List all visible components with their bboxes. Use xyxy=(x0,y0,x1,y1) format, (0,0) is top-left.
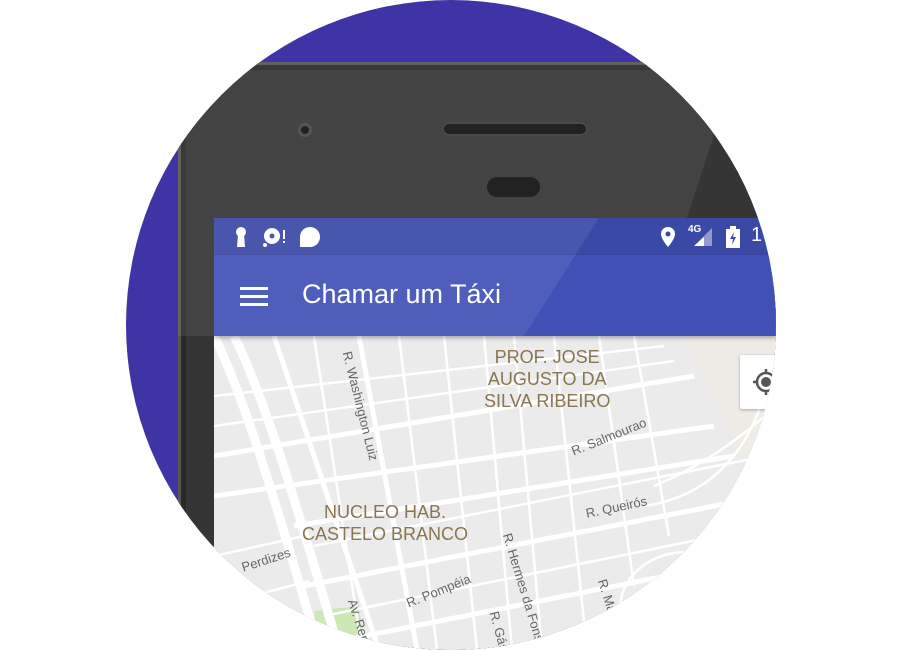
chat-bubble-icon xyxy=(300,227,320,247)
my-location-button[interactable] xyxy=(740,355,776,409)
signal-4g-icon: 4G xyxy=(686,224,716,248)
media-alert-icon xyxy=(263,228,285,247)
page-title: Chamar um Táxi xyxy=(302,279,502,309)
earpiece-speaker xyxy=(442,122,588,136)
app-bar: Chamar um Táxi xyxy=(214,255,776,336)
battery-charging-icon xyxy=(726,226,740,248)
location-pin-icon xyxy=(661,227,675,247)
my-location-icon xyxy=(753,369,776,395)
area-label: PROF. JOSE AUGUSTO DA SILVA RIBEIRO xyxy=(484,347,611,411)
clock: 1 xyxy=(751,224,763,246)
stage: 4G 1 Chamar um Táxi PROF. JOSE AUGUSTO D… xyxy=(0,0,900,650)
hamburger-menu-icon[interactable] xyxy=(240,287,268,307)
status-bar: 4G 1 xyxy=(214,218,776,255)
map-view[interactable]: PROF. JOSE AUGUSTO DA SILVA RIBEIRO NUCL… xyxy=(214,336,776,650)
area-label: NUCLEO HAB. CASTELO BRANCO xyxy=(302,502,469,544)
keyhole-icon xyxy=(236,227,246,247)
front-camera xyxy=(293,118,317,142)
phone-screen: 4G 1 Chamar um Táxi PROF. JOSE AUGUSTO D… xyxy=(214,218,776,650)
proximity-sensor xyxy=(487,177,540,197)
brand-circle: 4G 1 Chamar um Táxi PROF. JOSE AUGUSTO D… xyxy=(126,0,776,650)
